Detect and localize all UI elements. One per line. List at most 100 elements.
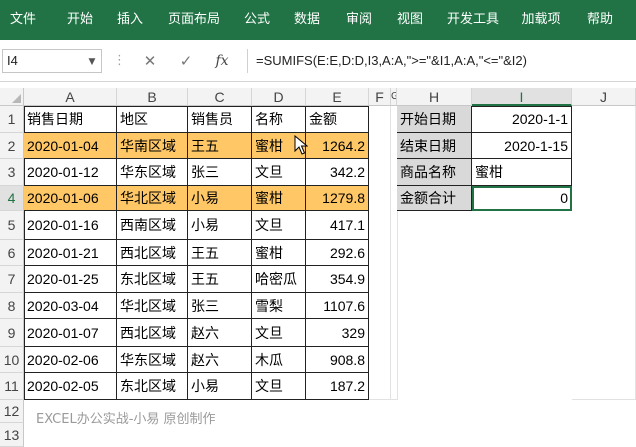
empty-column-j[interactable] — [572, 106, 636, 400]
row-header-3[interactable]: 3 — [0, 159, 24, 186]
table-cell[interactable]: 王五 — [188, 133, 252, 159]
close-icon[interactable]: ✕ — [139, 52, 161, 70]
column-header-a[interactable]: A — [24, 88, 117, 106]
tab-page-layout[interactable]: 页面布局 — [168, 0, 220, 40]
row-header-12[interactable]: 12 — [0, 400, 24, 423]
table-cell[interactable]: 2020-01-16 — [24, 211, 117, 240]
tab-home[interactable]: 开始 — [67, 0, 93, 40]
row-header-5[interactable]: 5 — [0, 211, 24, 240]
header-region[interactable]: 地区 — [117, 106, 188, 133]
table-cell[interactable]: 西北区域 — [117, 240, 188, 266]
table-cell[interactable]: 2020-01-21 — [24, 240, 117, 266]
table-cell[interactable]: 蜜柑 — [252, 240, 306, 266]
row-header-7[interactable]: 7 — [0, 266, 24, 293]
column-header-b[interactable]: B — [117, 88, 188, 106]
table-cell[interactable]: 张三 — [188, 159, 252, 186]
tab-add-ins[interactable]: 加载项 — [521, 0, 560, 40]
tab-view[interactable]: 视图 — [397, 0, 423, 40]
column-header-d[interactable]: D — [252, 88, 306, 106]
fx-icon[interactable]: fx — [211, 52, 233, 70]
criteria-label-start-date[interactable]: 开始日期 — [397, 106, 472, 133]
row-header-10[interactable]: 10 — [0, 347, 24, 373]
table-cell[interactable]: 2020-01-25 — [24, 266, 117, 293]
column-header-i[interactable]: I — [472, 88, 572, 106]
table-cell[interactable]: 小易 — [188, 373, 252, 400]
table-cell[interactable]: 华东区域 — [117, 347, 188, 373]
tab-insert[interactable]: 插入 — [117, 0, 143, 40]
empty-column-f[interactable] — [369, 106, 391, 400]
criteria-label-end-date[interactable]: 结束日期 — [397, 133, 472, 159]
row-header-1[interactable]: 1 — [0, 106, 24, 133]
table-cell[interactable]: 张三 — [188, 293, 252, 319]
table-cell[interactable]: 329 — [306, 319, 369, 347]
row-header-4[interactable]: 4 — [0, 186, 24, 211]
table-cell[interactable]: 西南区域 — [117, 211, 188, 240]
table-cell[interactable]: 2020-03-04 — [24, 293, 117, 319]
criteria-label-product[interactable]: 商品名称 — [397, 159, 472, 186]
column-header-c[interactable]: C — [188, 88, 252, 106]
table-cell[interactable]: 1107.6 — [306, 293, 369, 319]
table-cell[interactable]: 292.6 — [306, 240, 369, 266]
criteria-value-start-date[interactable]: 2020-1-1 — [472, 106, 572, 133]
criteria-value-end-date[interactable]: 2020-1-15 — [472, 133, 572, 159]
table-cell[interactable]: 2020-01-04 — [24, 133, 117, 159]
criteria-label-total[interactable]: 金额合计 — [397, 186, 472, 211]
table-cell[interactable]: 1264.2 — [306, 133, 369, 159]
row-header-6[interactable]: 6 — [0, 240, 24, 266]
table-cell[interactable]: 小易 — [188, 186, 252, 211]
table-cell[interactable]: 西北区域 — [117, 319, 188, 347]
row-header-2[interactable]: 2 — [0, 133, 24, 159]
table-cell[interactable]: 小易 — [188, 211, 252, 240]
header-product[interactable]: 名称 — [252, 106, 306, 133]
header-salesperson[interactable]: 销售员 — [188, 106, 252, 133]
table-cell[interactable]: 342.2 — [306, 159, 369, 186]
row-header-11[interactable]: 11 — [0, 373, 24, 400]
column-header-f[interactable]: F — [369, 88, 391, 106]
row-header-8[interactable]: 8 — [0, 293, 24, 319]
table-cell[interactable]: 哈密瓜 — [252, 266, 306, 293]
table-cell[interactable]: 417.1 — [306, 211, 369, 240]
header-sales-date[interactable]: 销售日期 — [24, 106, 117, 133]
table-cell[interactable]: 华北区域 — [117, 293, 188, 319]
select-all-corner[interactable] — [0, 88, 24, 106]
tab-file[interactable]: 文件 — [10, 0, 36, 40]
tab-help[interactable]: 帮助 — [587, 0, 613, 40]
table-cell[interactable]: 华东区域 — [117, 159, 188, 186]
table-cell[interactable]: 赵六 — [188, 347, 252, 373]
tab-formulas[interactable]: 公式 — [244, 0, 270, 40]
table-cell[interactable]: 文旦 — [252, 159, 306, 186]
table-cell[interactable]: 2020-01-06 — [24, 186, 117, 211]
table-cell[interactable]: 2020-02-06 — [24, 347, 117, 373]
header-amount[interactable]: 金额 — [306, 106, 369, 133]
table-cell[interactable]: 王五 — [188, 266, 252, 293]
table-cell[interactable]: 187.2 — [306, 373, 369, 400]
column-header-j[interactable]: J — [572, 88, 636, 106]
row-header-9[interactable]: 9 — [0, 319, 24, 347]
table-cell[interactable]: 908.8 — [306, 347, 369, 373]
table-cell[interactable]: 文旦 — [252, 319, 306, 347]
table-cell[interactable]: 1279.8 — [306, 186, 369, 211]
chevron-down-icon[interactable]: ▼ — [86, 55, 98, 69]
table-cell[interactable]: 华北区域 — [117, 186, 188, 211]
table-cell[interactable]: 蜜柑 — [252, 186, 306, 211]
column-header-h[interactable]: H — [397, 88, 472, 106]
table-cell[interactable]: 东北区域 — [117, 266, 188, 293]
column-header-e[interactable]: E — [306, 88, 369, 106]
tab-review[interactable]: 审阅 — [346, 0, 372, 40]
table-cell[interactable]: 木瓜 — [252, 347, 306, 373]
table-cell[interactable]: 2020-01-07 — [24, 319, 117, 347]
table-cell[interactable]: 文旦 — [252, 211, 306, 240]
table-cell[interactable]: 王五 — [188, 240, 252, 266]
criteria-value-total[interactable]: 0 — [472, 186, 572, 211]
tab-data[interactable]: 数据 — [294, 0, 320, 40]
check-icon[interactable]: ✓ — [175, 52, 197, 70]
table-cell[interactable]: 雪梨 — [252, 293, 306, 319]
table-cell[interactable]: 2020-02-05 — [24, 373, 117, 400]
table-cell[interactable]: 东北区域 — [117, 373, 188, 400]
table-cell[interactable]: 赵六 — [188, 319, 252, 347]
table-cell[interactable]: 华南区域 — [117, 133, 188, 159]
table-cell[interactable]: 2020-01-12 — [24, 159, 117, 186]
table-cell[interactable]: 354.9 — [306, 266, 369, 293]
table-cell[interactable]: 文旦 — [252, 373, 306, 400]
row-header-13[interactable]: 13 — [0, 423, 24, 447]
